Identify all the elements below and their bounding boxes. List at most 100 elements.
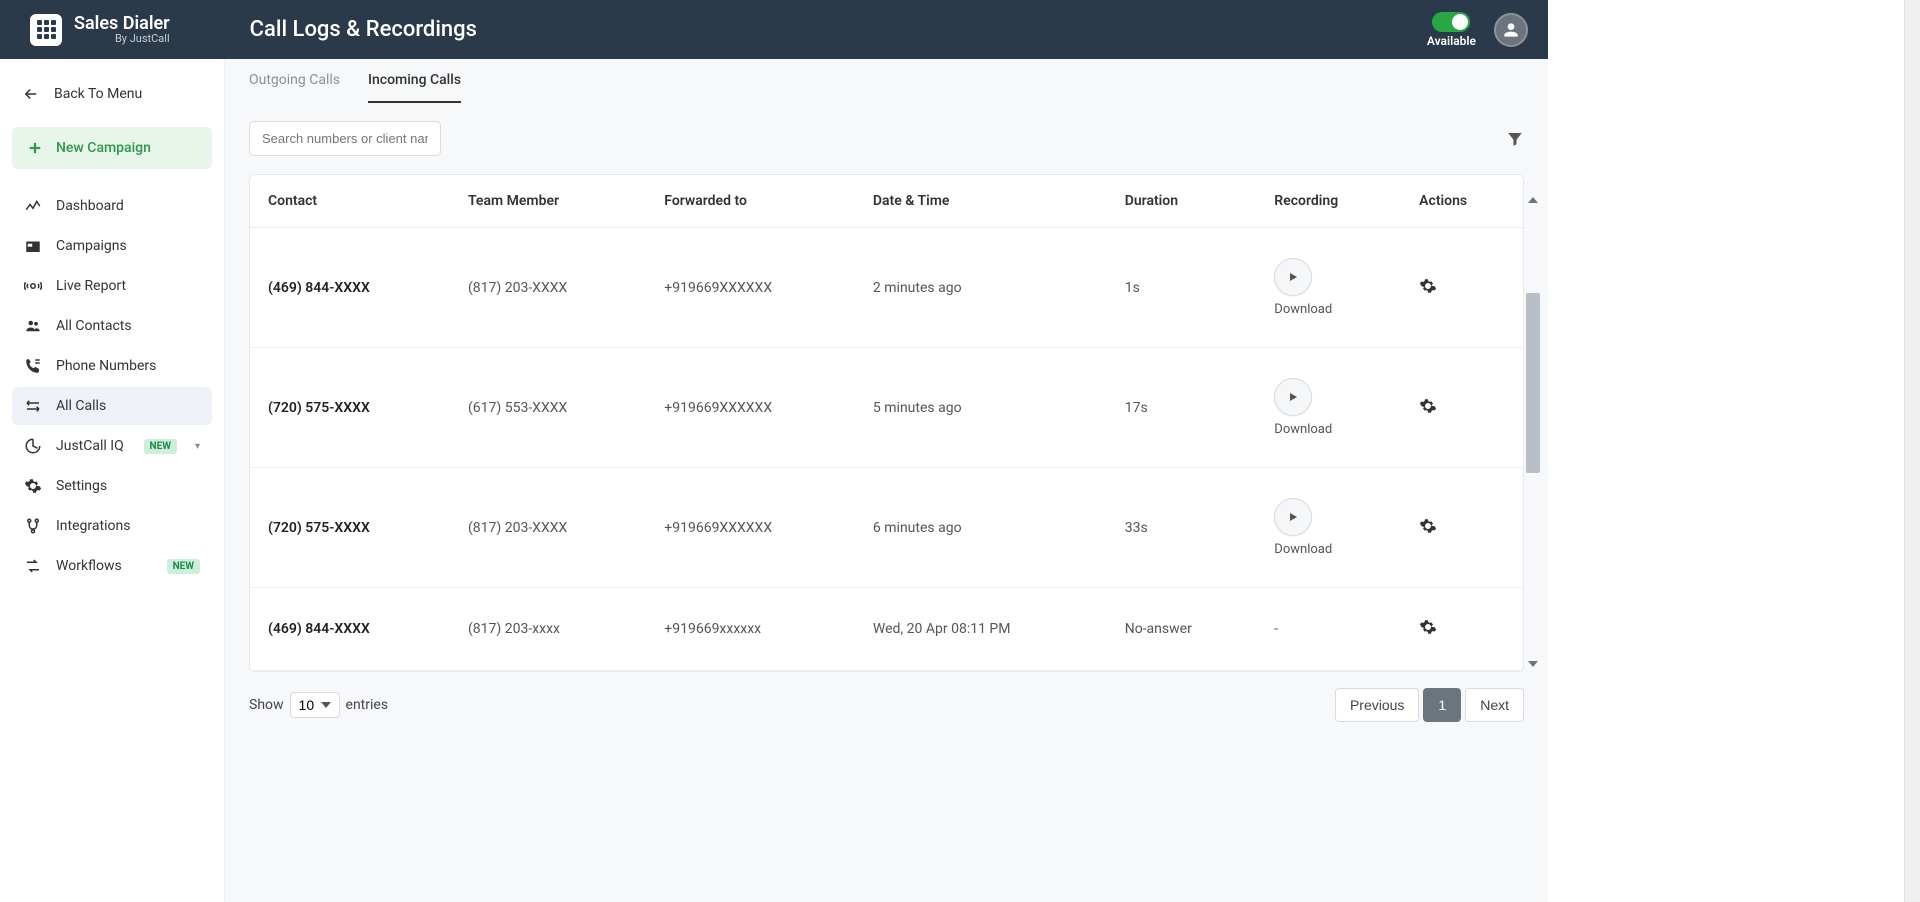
tab-incoming[interactable]: Incoming Calls [368,59,461,103]
gear-icon[interactable] [1419,517,1437,535]
brand-text: Sales Dialer By JustCall [74,14,170,46]
live-report-icon [24,277,42,295]
forwarded-to-cell: +919669XXXXXX [646,228,855,348]
forwarded-to-cell: +919669xxxxxx [646,588,855,671]
date-time-cell: 5 minutes ago [855,348,1107,468]
date-time-cell: Wed, 20 Apr 08:11 PM [855,588,1107,671]
contact-cell: (720) 575-XXXX [250,348,450,468]
back-label: Back To Menu [54,86,142,102]
sidebar-item-live-report[interactable]: Live Report [12,267,212,305]
brand-title: Sales Dialer [74,14,170,34]
scroll-down-icon[interactable] [1528,661,1538,667]
dashboard-icon [24,197,42,215]
all-calls-icon [24,397,42,415]
pager: Previous 1 Next [1335,688,1524,722]
sidebar-item-campaigns[interactable]: Campaigns [12,227,212,265]
scroll-up-icon[interactable] [1528,197,1538,203]
actions-cell [1401,588,1523,671]
team-member-cell: (617) 553-XXXX [450,348,646,468]
sidebar-item-dashboard[interactable]: Dashboard [12,187,212,225]
actions-cell [1401,348,1523,468]
content-area: Outgoing Calls Incoming Calls Contact Te… [225,59,1548,902]
person-icon [1501,20,1521,40]
sidebar-item-phone-numbers[interactable]: Phone Numbers [12,347,212,385]
settings-icon [24,477,42,495]
sidebar-item-justcall-iq[interactable]: JustCall IQNEW▾ [12,427,212,465]
sidebar-item-all-calls[interactable]: All Calls [12,387,212,425]
call-logs-table: Contact Team Member Forwarded to Date & … [250,175,1523,671]
arrow-left-icon [22,85,40,103]
new-badge: NEW [167,559,200,574]
download-link[interactable]: Download [1274,302,1332,317]
all-contacts-icon [24,317,42,335]
contact-cell: (469) 844-XXXX [250,588,450,671]
col-duration: Duration [1107,175,1257,228]
back-to-menu[interactable]: Back To Menu [12,79,212,109]
play-button[interactable] [1274,498,1312,536]
new-badge: NEW [144,439,177,454]
availability-label: Available [1427,34,1476,48]
sidebar-item-label: Settings [56,478,107,494]
sidebar-item-label: Integrations [56,518,130,534]
download-link[interactable]: Download [1274,422,1332,437]
sidebar-item-settings[interactable]: Settings [12,467,212,505]
campaigns-icon [24,237,42,255]
team-member-cell: (817) 203-XXXX [450,228,646,348]
forwarded-to-cell: +919669XXXXXX [646,468,855,588]
table-row: (720) 575-XXXX(817) 203-XXXX+919669XXXXX… [250,468,1523,588]
page-1-button[interactable]: 1 [1423,688,1461,722]
actions-cell [1401,468,1523,588]
col-team-member: Team Member [450,175,646,228]
sidebar-item-workflows[interactable]: Workflows NEW [12,547,212,585]
date-time-cell: 2 minutes ago [855,228,1107,348]
availability-toggle[interactable] [1432,12,1470,32]
download-link[interactable]: Download [1274,542,1332,557]
workflows-icon [24,557,42,575]
gear-icon[interactable] [1419,277,1437,295]
entries-select[interactable]: 10 [290,692,340,718]
actions-cell [1401,228,1523,348]
duration-cell: 17s [1107,348,1257,468]
tabs: Outgoing Calls Incoming Calls [225,59,1548,103]
filter-icon[interactable] [1506,130,1524,148]
sidebar-item-all-contacts[interactable]: All Contacts [12,307,212,345]
forwarded-to-cell: +919669XXXXXX [646,348,855,468]
sidebar-item-label: All Calls [56,398,106,414]
previous-button[interactable]: Previous [1335,688,1419,722]
table-scrollbar-track[interactable] [1526,293,1540,671]
entries-label: entries [346,697,389,713]
recording-cell: - [1256,588,1401,671]
table-scrollbar-thumb[interactable] [1526,293,1540,473]
sidebar-item-label: Workflows [56,558,122,574]
tab-outgoing[interactable]: Outgoing Calls [249,59,340,103]
search-input[interactable] [249,121,441,156]
contact-cell: (469) 844-XXXX [250,228,450,348]
duration-cell: No-answer [1107,588,1257,671]
brand-logo [30,14,62,46]
sidebar: Back To Menu New Campaign DashboardCampa… [0,59,225,902]
play-button[interactable] [1274,378,1312,416]
justcall-iq-icon [24,437,42,455]
show-label: Show [249,697,284,713]
gear-icon[interactable] [1419,618,1437,636]
user-avatar[interactable] [1494,13,1528,47]
col-recording: Recording [1256,175,1401,228]
viewport-scrollbar[interactable] [1904,0,1920,902]
new-campaign-button[interactable]: New Campaign [12,127,212,169]
recording-cell: Download [1256,228,1401,348]
sidebar-item-integrations[interactable]: Integrations [12,507,212,545]
next-button[interactable]: Next [1465,688,1524,722]
sidebar-item-label: All Contacts [56,318,132,334]
page-title: Call Logs & Recordings [250,17,477,42]
sidebar-item-label: Phone Numbers [56,358,156,374]
availability-toggle-wrap: Available [1427,12,1476,48]
play-button[interactable] [1274,258,1312,296]
call-logs-table-wrap: Contact Team Member Forwarded to Date & … [249,174,1524,672]
sidebar-item-label: JustCall IQ [56,438,124,454]
col-contact: Contact [250,175,450,228]
integrations-icon [24,517,42,535]
grid-icon [37,20,56,39]
gear-icon[interactable] [1419,397,1437,415]
plus-icon [26,139,44,157]
phone-numbers-icon [24,357,42,375]
